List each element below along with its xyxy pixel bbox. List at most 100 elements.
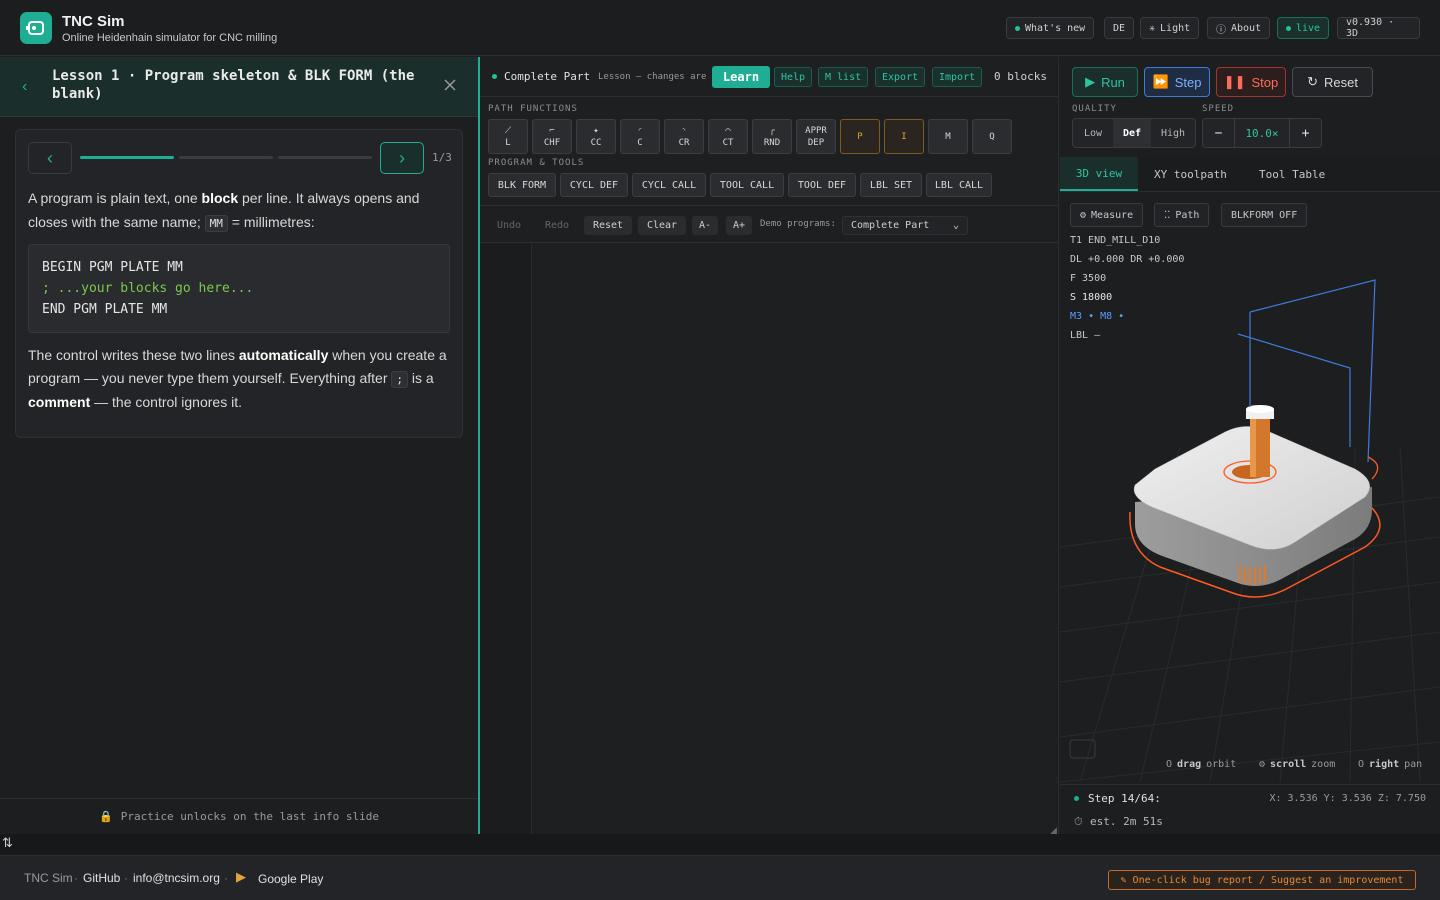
cycl-def-button[interactable]: CYCL DEF xyxy=(560,173,628,197)
app-header: TNC Sim Online Heidenhain simulator for … xyxy=(0,0,1440,56)
path-toggle-button[interactable]: ⁚⁚ Path xyxy=(1154,203,1210,227)
speed-control: − 10.0× + xyxy=(1202,118,1322,148)
arc-icon: ◜ xyxy=(637,125,643,136)
blkform-toggle-button[interactable]: BLKFORM OFF xyxy=(1221,203,1308,227)
round-icon: ╭ xyxy=(769,125,775,136)
special-q-button[interactable]: Q xyxy=(972,119,1012,154)
bug-report-button[interactable]: ✎ One-click bug report / Suggest an impro… xyxy=(1108,870,1416,890)
quality-def[interactable]: Def xyxy=(1113,119,1151,147)
live-dot-icon xyxy=(1286,25,1291,31)
m-list-button[interactable]: M list xyxy=(818,67,869,87)
learn-button[interactable]: Learn xyxy=(712,66,770,88)
reset-sim-button[interactable]: ↻ Reset xyxy=(1292,67,1373,97)
special-i-button[interactable]: I xyxy=(884,119,924,154)
live-badge: live xyxy=(1277,17,1330,39)
progress-segment-3 xyxy=(278,156,372,159)
progress-segment-2 xyxy=(179,156,273,159)
close-lesson-icon[interactable] xyxy=(442,77,458,96)
stop-button[interactable]: ❚❚ Stop xyxy=(1216,67,1286,97)
undo-button[interactable]: Undo xyxy=(488,216,530,235)
speed-increase-button[interactable]: + xyxy=(1289,119,1321,147)
font-larger-button[interactable]: A+ xyxy=(726,216,752,235)
code-example: BEGIN PGM PLATE MM ; ...your blocks go h… xyxy=(28,244,450,333)
play-icon: ▶ xyxy=(1085,74,1096,89)
path-chf-button[interactable]: ⌐ CHF xyxy=(532,119,572,154)
path-dots-icon: ⁚⁚ xyxy=(1164,209,1171,221)
prev-slide-button[interactable]: ‹ xyxy=(28,142,72,174)
path-c-button[interactable]: ◜ C xyxy=(620,119,660,154)
editor-actions-bar: Undo Redo Reset Clear A- A+ Demo program… xyxy=(480,205,1059,243)
practice-locked-notice: 🔒 Practice unlocks on the last info slid… xyxy=(0,798,478,834)
special-p-button[interactable]: P xyxy=(840,119,880,154)
blk-form-button[interactable]: BLK FORM xyxy=(488,173,556,197)
email-link[interactable]: info@tncsim.org xyxy=(133,871,220,885)
path-cc-button[interactable]: ✦ CC xyxy=(576,119,616,154)
pause-icon: ❚❚ xyxy=(1223,74,1246,89)
coordinates-readout: X: 3.536 Y: 3.536 Z: 7.750 xyxy=(1269,793,1426,804)
quality-high[interactable]: High xyxy=(1151,119,1195,147)
lesson-paragraph-1: A program is plain text, one block per l… xyxy=(28,190,420,232)
program-name: Complete Part xyxy=(504,70,591,83)
3d-viewport[interactable] xyxy=(1060,247,1440,782)
estimated-time: est. 2m 51s xyxy=(1090,815,1163,828)
appr-dep-button[interactable]: APPR DEP xyxy=(796,119,836,154)
path-l-button[interactable]: ⟋ L xyxy=(488,119,528,154)
gear-icon: ⚙ xyxy=(1080,209,1087,221)
footer-brand: TNC Sim xyxy=(24,871,73,885)
editor-toolbar: Complete Part Lesson — changes are Learn… xyxy=(480,57,1059,97)
program-editor-area[interactable] xyxy=(533,244,1059,834)
github-link[interactable]: GitHub xyxy=(83,871,120,885)
tool-def-button[interactable]: TOOL DEF xyxy=(788,173,856,197)
app-title: TNC Sim xyxy=(62,13,125,30)
reset-program-button[interactable]: Reset xyxy=(584,216,632,235)
swap-panels-icon[interactable]: ⇅ xyxy=(2,835,13,851)
tab-xy-toolpath[interactable]: XY toolpath xyxy=(1154,157,1227,191)
cycl-call-button[interactable]: CYCL CALL xyxy=(632,173,706,197)
redo-button[interactable]: Redo xyxy=(536,216,578,235)
lbl-call-button[interactable]: LBL CALL xyxy=(926,173,992,197)
clear-program-button[interactable]: Clear xyxy=(638,216,686,235)
refresh-icon: ↻ xyxy=(1307,74,1318,89)
progress-segment-1 xyxy=(80,156,174,159)
measure-button[interactable]: ⚙ Measure xyxy=(1070,203,1144,227)
path-ct-button[interactable]: ⌒ CT xyxy=(708,119,748,154)
whats-new-button[interactable]: What's new xyxy=(1006,17,1095,39)
special-m-button[interactable]: M xyxy=(928,119,968,154)
quality-low[interactable]: Low xyxy=(1073,119,1113,147)
app-logo xyxy=(20,12,52,44)
help-button[interactable]: Help xyxy=(774,67,813,87)
run-button[interactable]: ▶ Run xyxy=(1072,67,1138,97)
lbl-set-button[interactable]: LBL SET xyxy=(860,173,922,197)
speed-decrease-button[interactable]: − xyxy=(1203,119,1235,147)
about-button[interactable]: ⓘ About xyxy=(1207,17,1271,39)
font-smaller-button[interactable]: A- xyxy=(692,216,718,235)
demo-programs-select[interactable]: Complete Part ⌄ xyxy=(842,216,968,235)
lesson-mode-note: Lesson — changes are xyxy=(598,72,706,82)
path-cr-button[interactable]: ◝ CR xyxy=(664,119,704,154)
tool-call-button[interactable]: TOOL CALL xyxy=(710,173,784,197)
path-functions-label: PATH FUNCTIONS xyxy=(488,104,578,114)
slide-counter: 1/3 xyxy=(432,151,452,164)
quality-selector: Low Def High xyxy=(1072,118,1196,148)
tab-tool-table[interactable]: Tool Table xyxy=(1259,157,1325,191)
import-button[interactable]: Import xyxy=(932,67,983,87)
step-button[interactable]: ⏩ Step xyxy=(1144,67,1210,97)
export-button[interactable]: Export xyxy=(875,67,926,87)
google-play-link[interactable]: Google Play xyxy=(258,872,323,886)
theme-toggle-button[interactable]: ✳ Light xyxy=(1140,17,1200,39)
language-button[interactable]: DE xyxy=(1104,17,1135,39)
collapse-lesson-icon[interactable]: ‹ xyxy=(22,78,27,96)
line-icon: ⟋ xyxy=(504,125,512,136)
tool-readout: T1 END_MILL_D10 xyxy=(1070,235,1161,246)
lesson-panel: ‹ Lesson 1 · Program skeleton & BLK FORM… xyxy=(0,57,478,834)
tangent-arc-icon: ⌒ xyxy=(725,125,731,136)
tab-3d-view[interactable]: 3D view xyxy=(1060,157,1138,191)
next-slide-button[interactable]: › xyxy=(380,142,424,174)
path-rnd-button[interactable]: ╭ RND xyxy=(752,119,792,154)
arc-radius-icon: ◝ xyxy=(681,125,687,136)
editor-panel: Complete Part Lesson — changes are Learn… xyxy=(480,57,1059,835)
lesson-card: ‹ › 1/3 A program is plain text, one blo… xyxy=(15,129,463,438)
program-status-dot-icon xyxy=(492,74,497,79)
info-icon: ⓘ xyxy=(1216,24,1226,36)
footer-separator: ⇅ xyxy=(0,834,1440,854)
